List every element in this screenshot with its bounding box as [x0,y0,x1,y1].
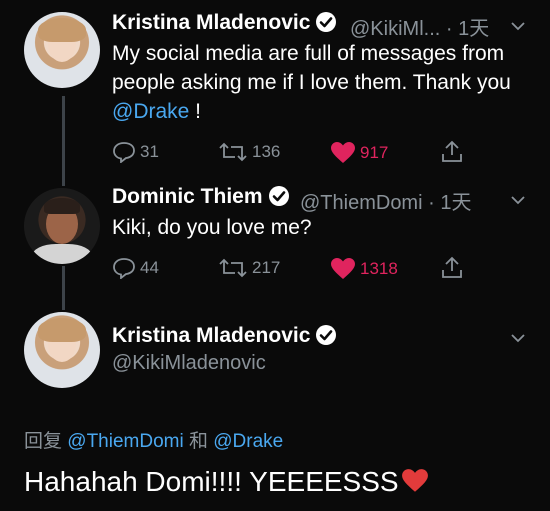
verified-icon [316,325,337,345]
chevron-down-icon[interactable] [511,193,525,207]
avatar-kiki[interactable] [24,12,100,88]
tweet-1-handle[interactable]: @KikiMl... · 1天 [350,12,489,41]
reply-icon [113,258,135,279]
avatar-domi[interactable] [24,188,100,264]
mention-thiemdomi[interactable]: @ThiemDomi [67,431,183,452]
tweet-2-text: Kiki, do you love me? [112,216,312,239]
focused-text: Hahahah Domi!!!! YEEEESSS [24,466,429,498]
red-heart-emoji [401,469,428,492]
chevron-down-icon[interactable] [511,331,525,345]
tweet-2-retweet-button[interactable]: 217 [218,257,280,279]
mention-drake[interactable]: @Drake [112,100,189,123]
mention-drake[interactable]: @Drake [213,431,283,452]
focused-handle[interactable]: @KikiMladenovic [112,352,266,375]
thread-line-2 [62,266,65,310]
tweet-1-like-button[interactable]: 917 [330,141,388,165]
tweet-2-retweet-count: 217 [252,258,281,277]
tweet-2-like-count: 1318 [360,259,398,278]
share-icon[interactable] [440,140,464,164]
tweet-2-author[interactable]: Dominic Thiem [112,185,289,209]
reply-icon [113,142,135,163]
tweet-2-like-button[interactable]: 1318 [330,257,398,281]
chevron-down-icon[interactable] [511,19,525,33]
tweet-1-text: My social media are full of messages fro… [112,42,511,123]
verified-icon [316,12,337,32]
tweet-1-time: · 1天 [445,18,490,40]
tweet-1-like-count: 917 [360,143,389,162]
tweet-1-retweet-button[interactable]: 136 [218,141,280,163]
share-icon[interactable] [440,256,464,280]
focused-author[interactable]: Kristina Mladenovic [112,324,337,348]
thread-line-1 [62,96,65,186]
avatar-kiki-focused[interactable] [24,312,100,388]
reply-to-line: 回复 @ThiemDomi 和 @Drake [24,431,284,452]
tweet-1-author[interactable]: Kristina Mladenovic [112,11,337,35]
retweet-icon [219,142,247,162]
tweet-1-reply-button[interactable]: 31 [112,141,159,163]
tweet-2-reply-count: 44 [140,258,159,277]
tweet-2-reply-button[interactable]: 44 [112,257,159,279]
heart-icon [331,258,355,279]
heart-icon [331,142,355,163]
tweet-1-reply-count: 31 [140,142,159,161]
tweet-1-retweet-count: 136 [252,142,281,161]
tweet-2-handle[interactable]: @ThiemDomi · 1天 [300,186,471,215]
verified-icon [268,186,289,206]
retweet-icon [219,258,247,278]
tweet-2-time: · 1天 [428,192,472,214]
